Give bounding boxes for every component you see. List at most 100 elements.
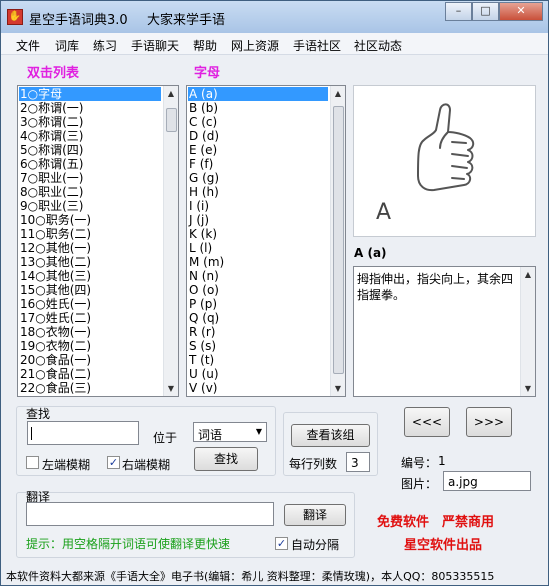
sign-list-item[interactable]: U (u) [188,367,328,381]
category-list-item[interactable]: 18○衣物(一) [19,325,161,339]
title-bar[interactable]: ✋ 星空手语词典3.0 大家来学手语 – □ ✕ [1,1,548,33]
category-list-item[interactable]: 12○其他(一) [19,241,161,255]
menu-file[interactable]: 文件 [16,37,40,54]
status-text: 本软件资料大都来源《手语大全》电子书(编辑：希儿 资料整理：柔情玫瑰)，本人QQ… [6,570,495,583]
category-list-item[interactable]: 6○称谓(五) [19,157,161,171]
category-list-item[interactable]: 22○食品(三) [19,381,161,395]
category-list-item[interactable]: 2○称谓(一) [19,101,161,115]
left-fuzzy-checkbox[interactable] [26,456,39,469]
scroll-down-arrow-icon[interactable]: ▼ [164,381,178,396]
search-input[interactable] [27,421,139,445]
right-fuzzy-label: 右端模糊 [122,458,171,472]
menu-sign-chat[interactable]: 手语聊天 [131,37,179,54]
promo-line-2: 星空软件出品 [404,538,483,553]
sign-list-item[interactable]: B (b) [188,101,328,115]
minimize-button[interactable]: – [445,2,472,21]
sign-list-item[interactable]: M (m) [188,255,328,269]
id-label: 编号： [401,456,438,470]
sign-description-box[interactable]: 拇指伸出，指尖向上，其余四指握拳。 ▲ ▼ [353,266,536,397]
category-list-item[interactable]: 5○称谓(四) [19,143,161,157]
sign-list-item[interactable]: P (p) [188,297,328,311]
auto-split-checkbox[interactable]: ✓ [275,537,288,550]
category-list-item[interactable]: 17○姓氏(二) [19,311,161,325]
category-list-item[interactable]: 7○职业(一) [19,171,161,185]
category-list-item[interactable]: 8○职业(二) [19,185,161,199]
sign-title: A (a) [354,246,387,260]
prev-button[interactable]: <<< [404,407,450,437]
view-group-button[interactable]: 查看该组 [291,424,370,447]
next-button[interactable]: >>> [466,407,512,437]
translate-hint: 提示：用空格隔开词语可使翻译更快速 [26,537,231,551]
sign-list-item[interactable]: C (c) [188,115,328,129]
menu-community-news[interactable]: 社区动态 [354,37,402,54]
menu-practice[interactable]: 练习 [93,37,117,54]
category-list-item[interactable]: 15○其他(四) [19,283,161,297]
sign-listbox[interactable]: A (a) B (b) C (c) D (d) E (e) F (f) G (g) H (h)… [186,85,346,397]
search-position-label: 位于 [153,431,178,445]
sign-list-item[interactable]: G (g) [188,171,328,185]
sign-list-item[interactable]: I (i) [188,199,328,213]
sign-list-item[interactable]: L (l) [188,241,328,255]
category-list-item[interactable]: 21○食品(二) [19,367,161,381]
category-listbox[interactable]: 1○字母 2○称谓(一) 3○称谓(二) 4○称谓(三) 5○称谓(四) 6○称谓(五) 7… [17,85,179,397]
close-button[interactable]: ✕ [499,2,543,21]
scroll-thumb[interactable] [333,106,344,374]
image-file-field[interactable]: a.jpg [443,471,531,491]
sign-list-item[interactable]: Q (q) [188,311,328,325]
translate-input[interactable] [26,502,274,526]
sign-list-item[interactable]: N (n) [188,269,328,283]
sign-list-item[interactable]: A (a) [188,87,328,101]
menu-sign-community[interactable]: 手语社区 [293,37,341,54]
scroll-down-arrow-icon[interactable]: ▼ [331,381,345,396]
promo-line-1: 免费软件 严禁商用 [377,515,495,530]
category-list-item[interactable]: 19○衣物(二) [19,339,161,353]
sign-list-item[interactable]: K (k) [188,227,328,241]
category-list-item[interactable]: 4○称谓(三) [19,129,161,143]
category-list-item[interactable]: 3○称谓(二) [19,115,161,129]
maximize-button[interactable]: □ [472,2,499,21]
find-button[interactable]: 查找 [194,447,258,471]
sign-list-item[interactable]: T (t) [188,353,328,367]
thumbs-up-hand-icon: A [376,103,475,225]
category-list-item[interactable]: 16○姓氏(一) [19,297,161,311]
cols-per-row-label: 每行列数 [289,457,338,471]
menu-online-resources[interactable]: 网上资源 [231,37,279,54]
right-fuzzy-checkbox[interactable]: ✓ [107,456,120,469]
category-list-item[interactable]: 11○职务(二) [19,227,161,241]
category-list-item[interactable]: 14○其他(三) [19,269,161,283]
id-value: 1 [438,454,446,468]
sign-list-item[interactable]: H (h) [188,185,328,199]
sign-list-item[interactable]: V (v) [188,381,328,395]
scroll-up-arrow-icon[interactable]: ▲ [521,267,535,282]
chevron-down-icon: ▼ [255,427,262,436]
sign-list-item[interactable]: E (e) [188,143,328,157]
scroll-thumb[interactable] [166,108,177,132]
sign-list-item[interactable]: R (r) [188,325,328,339]
search-scope-select[interactable]: 词语 ▼ [193,422,267,442]
sign-list-item[interactable]: S (s) [188,339,328,353]
sign-list-scrollbar[interactable]: ▲ ▼ [330,86,345,396]
window-subtitle: 大家来学手语 [147,13,226,28]
left-list-label: 双击列表 [27,66,80,81]
category-list-scrollbar[interactable]: ▲ ▼ [163,86,178,396]
menu-lexicon[interactable]: 词库 [55,37,79,54]
sign-list-item[interactable]: O (o) [188,283,328,297]
menu-bar: 文件 词库 练习 手语聊天 帮助 网上资源 手语社区 社区动态 [1,33,548,55]
category-list-item[interactable]: 10○职务(一) [19,213,161,227]
category-list-item[interactable]: 9○职业(三) [19,199,161,213]
translate-button[interactable]: 翻译 [284,504,346,526]
cols-per-row-input[interactable]: 3 [346,452,370,472]
category-list-item[interactable]: 20○食品(一) [19,353,161,367]
category-list-item[interactable]: 1○字母 [19,87,161,101]
sign-list-item[interactable]: J (j) [188,213,328,227]
text-caret [31,427,32,440]
sign-list-item[interactable]: F (f) [188,157,328,171]
description-scrollbar[interactable]: ▲ ▼ [520,267,535,396]
scroll-up-arrow-icon[interactable]: ▲ [164,86,178,101]
scroll-down-arrow-icon[interactable]: ▼ [521,381,535,396]
sign-list-item[interactable]: D (d) [188,129,328,143]
status-bar: 本软件资料大都来源《手语大全》电子书(编辑：希儿 资料整理：柔情玫瑰)，本人QQ… [1,566,548,585]
scroll-up-arrow-icon[interactable]: ▲ [331,86,345,101]
menu-help[interactable]: 帮助 [193,37,217,54]
category-list-item[interactable]: 13○其他(二) [19,255,161,269]
